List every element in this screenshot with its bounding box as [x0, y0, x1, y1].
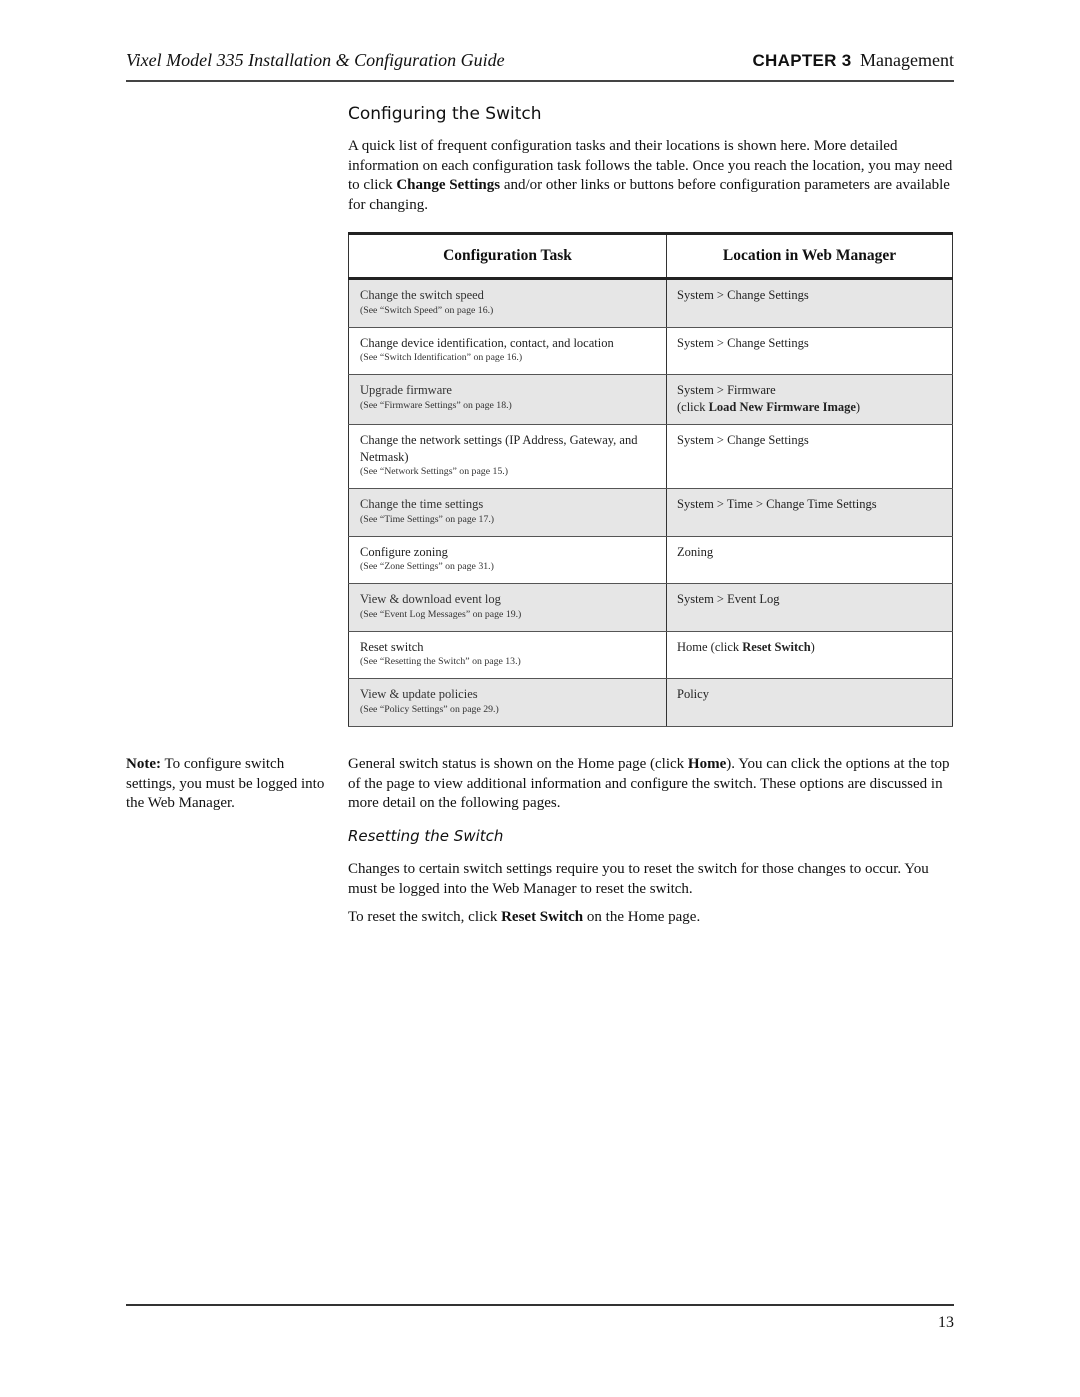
- location-text: System > Event Log: [677, 592, 780, 606]
- location-cell: System > Event Log: [666, 583, 953, 632]
- location-cell: System > Change Settings: [666, 326, 953, 375]
- intro-paragraph: A quick list of frequent configuration t…: [348, 137, 954, 215]
- resetting-subheading: Resetting the Switch: [348, 827, 504, 845]
- location-cell: System > Change Settings: [666, 424, 953, 489]
- chapter-label: CHAPTER 3: [752, 51, 852, 70]
- task-name: Change device identification, contact, a…: [360, 335, 614, 350]
- location-text: (click: [677, 399, 709, 414]
- table-row: Change the network settings (IP Address,…: [348, 424, 953, 489]
- reset-text: on the Home page.: [583, 909, 701, 925]
- resetting-paragraph: Changes to certain switch settings requi…: [348, 861, 929, 897]
- home-emphasis: Home: [687, 756, 727, 772]
- task-cell: Change device identification, contact, a…: [348, 326, 667, 375]
- reset-switch-emphasis: Reset Switch: [501, 909, 584, 925]
- task-name: Change the network settings (IP Address,…: [360, 433, 638, 464]
- footer-rule: [126, 1304, 954, 1306]
- location-cell: System > Change Settings: [666, 278, 953, 328]
- location-text: ): [810, 639, 815, 654]
- location-emphasis: Load New Firmware Image: [708, 399, 856, 414]
- location-text: System > Firmware: [677, 383, 776, 397]
- task-cell: Upgrade firmware (See “Firmware Settings”…: [348, 374, 667, 425]
- location-cell: System > Time > Change Time Settings: [666, 488, 953, 537]
- location-text: Home (click: [677, 639, 743, 654]
- task-cell: Change the switch speed (See “Switch Spee…: [348, 278, 667, 328]
- table-header-row: Configuration Task Location in Web Manag…: [348, 233, 953, 280]
- task-cell: Change the network settings (IP Address,…: [348, 424, 667, 489]
- table-row: Change device identification, contact, a…: [348, 326, 953, 375]
- column-header-location: Location in Web Manager: [666, 233, 953, 280]
- table-row: Change the switch speed (See “Switch Spee…: [348, 278, 953, 328]
- table-row: View & download event log (See “Event Log…: [348, 583, 953, 632]
- header-rule: [126, 80, 954, 82]
- column-header-task: Configuration Task: [348, 233, 667, 280]
- task-reference: (See “Zone Settings” on page 31.): [360, 561, 494, 572]
- task-name: View & download event log: [360, 592, 501, 606]
- task-cell: Configure zoning (See “Zone Settings” on …: [348, 535, 667, 584]
- side-note: Note: To configure switch settings, you …: [126, 755, 326, 814]
- task-reference: (See “Time Settings” on page 17.): [360, 513, 495, 525]
- task-cell: View & update policies (See “Policy Setti…: [348, 678, 667, 727]
- section-title: Configuring the Switch: [348, 104, 542, 124]
- chapter-heading: CHAPTER 3 Management: [752, 50, 954, 71]
- location-emphasis: Reset Switch: [742, 639, 811, 654]
- task-name: Upgrade firmware: [360, 383, 452, 397]
- location-text: System > Change Settings: [677, 288, 809, 302]
- task-name: Change the switch speed: [360, 288, 484, 302]
- location-cell: System > Firmware (click Load New Firmwar…: [666, 374, 953, 425]
- location-text: System > Change Settings: [677, 335, 809, 350]
- task-cell: Reset switch (See “Resetting the Switch” …: [348, 630, 667, 679]
- table-row: Configure zoning (See “Zone Settings” on …: [348, 535, 953, 584]
- task-cell: Change the time settings (See “Time Setti…: [348, 488, 667, 537]
- location-cell: Zoning: [666, 535, 953, 584]
- task-cell: View & download event log (See “Event Log…: [348, 583, 667, 632]
- location-text: Policy: [677, 687, 709, 701]
- task-name: View & update policies: [360, 687, 478, 701]
- task-reference: (See “Network Settings” on page 15.): [360, 466, 509, 477]
- location-text: ): [855, 399, 861, 414]
- general-text: General switch status is shown on the Ho…: [348, 756, 688, 772]
- task-reference: (See “Switch Identification” on page 16.…: [360, 352, 523, 363]
- location-cell: Policy: [666, 678, 953, 727]
- location-text: System > Change Settings: [677, 433, 809, 447]
- reset-text: To reset the switch, click: [348, 909, 502, 925]
- table-row: Change the time settings (See “Time Setti…: [348, 488, 953, 537]
- chapter-name: Management: [860, 50, 954, 70]
- task-reference: (See “Policy Settings” on page 29.): [360, 703, 499, 715]
- task-name: Reset switch: [360, 639, 424, 654]
- location-cell: Home (click Reset Switch): [666, 630, 953, 679]
- task-reference: (See “Firmware Settings” on page 18.): [360, 399, 512, 411]
- task-reference: (See “Switch Speed” on page 16.): [360, 304, 494, 316]
- task-name: Change the time settings: [360, 497, 484, 511]
- reset-instruction: To reset the switch, click Reset Switch …: [348, 908, 954, 928]
- page-number: 13: [938, 1314, 954, 1331]
- general-status-paragraph: General switch status is shown on the Ho…: [348, 755, 954, 814]
- location-text: System > Time > Change Time Settings: [677, 497, 877, 511]
- task-name: Configure zoning: [360, 544, 448, 559]
- task-reference: (See “Resetting the Switch” on page 13.): [360, 656, 521, 667]
- configuration-tasks-table: Configuration Task Location in Web Manag…: [348, 232, 953, 727]
- guide-title: Vixel Model 335 Installation & Configura…: [126, 50, 505, 70]
- table-row: View & update policies (See “Policy Setti…: [348, 678, 953, 727]
- task-reference: (See “Event Log Messages” on page 19.): [360, 608, 522, 620]
- location-text: Zoning: [677, 544, 714, 559]
- change-settings-emphasis: Change Settings: [396, 177, 501, 193]
- table-row: Upgrade firmware (See “Firmware Settings”…: [348, 374, 953, 425]
- table-row: Reset switch (See “Resetting the Switch” …: [348, 630, 953, 679]
- note-label: Note:: [126, 756, 161, 772]
